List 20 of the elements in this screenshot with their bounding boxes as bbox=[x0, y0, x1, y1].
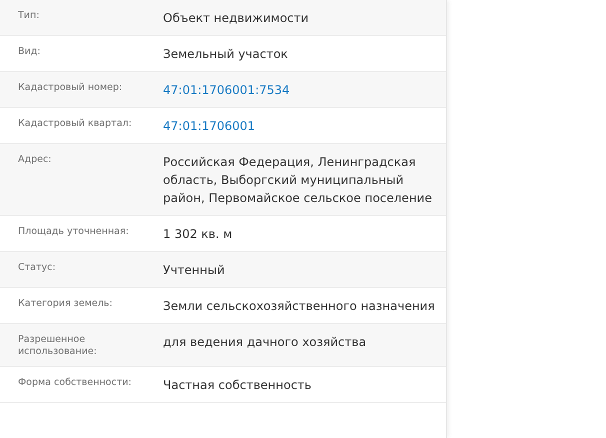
field-value: 1 302 кв. м bbox=[163, 226, 234, 243]
field-label: Адрес: bbox=[18, 153, 52, 167]
field-label: Кадастровый квартал: bbox=[18, 117, 133, 131]
value-link[interactable]: 47:01:1706001 bbox=[163, 117, 256, 135]
field-label: Вид: bbox=[18, 45, 42, 59]
field-label: Статус: bbox=[18, 261, 57, 275]
field-value: Частная собственность bbox=[163, 377, 312, 394]
field-label: Кадастровый номер: bbox=[18, 81, 124, 95]
field-value: для ведения дачного хозяйства bbox=[163, 334, 368, 351]
field-label: Тип: bbox=[18, 9, 40, 23]
field-label: Площадь уточненная: bbox=[18, 225, 130, 239]
field-label: Форма собственности: bbox=[18, 376, 132, 390]
value-link[interactable]: 47:01:1706001:7534 bbox=[163, 81, 290, 99]
field-label: Категория земель: bbox=[18, 297, 114, 311]
field-label: Разрешенное использование: bbox=[18, 333, 98, 358]
field-value: Российская Федерация, Ленинградская область, Выборгский муниципальный район, Первомайское сельское поселение bbox=[163, 154, 433, 207]
field-value: Учтенный bbox=[163, 262, 226, 279]
field-value: Земельный участок bbox=[163, 46, 289, 63]
field-value: Объект недвижимости bbox=[163, 10, 310, 27]
field-value: Земли сельскохозяйственного назначения bbox=[163, 298, 436, 315]
